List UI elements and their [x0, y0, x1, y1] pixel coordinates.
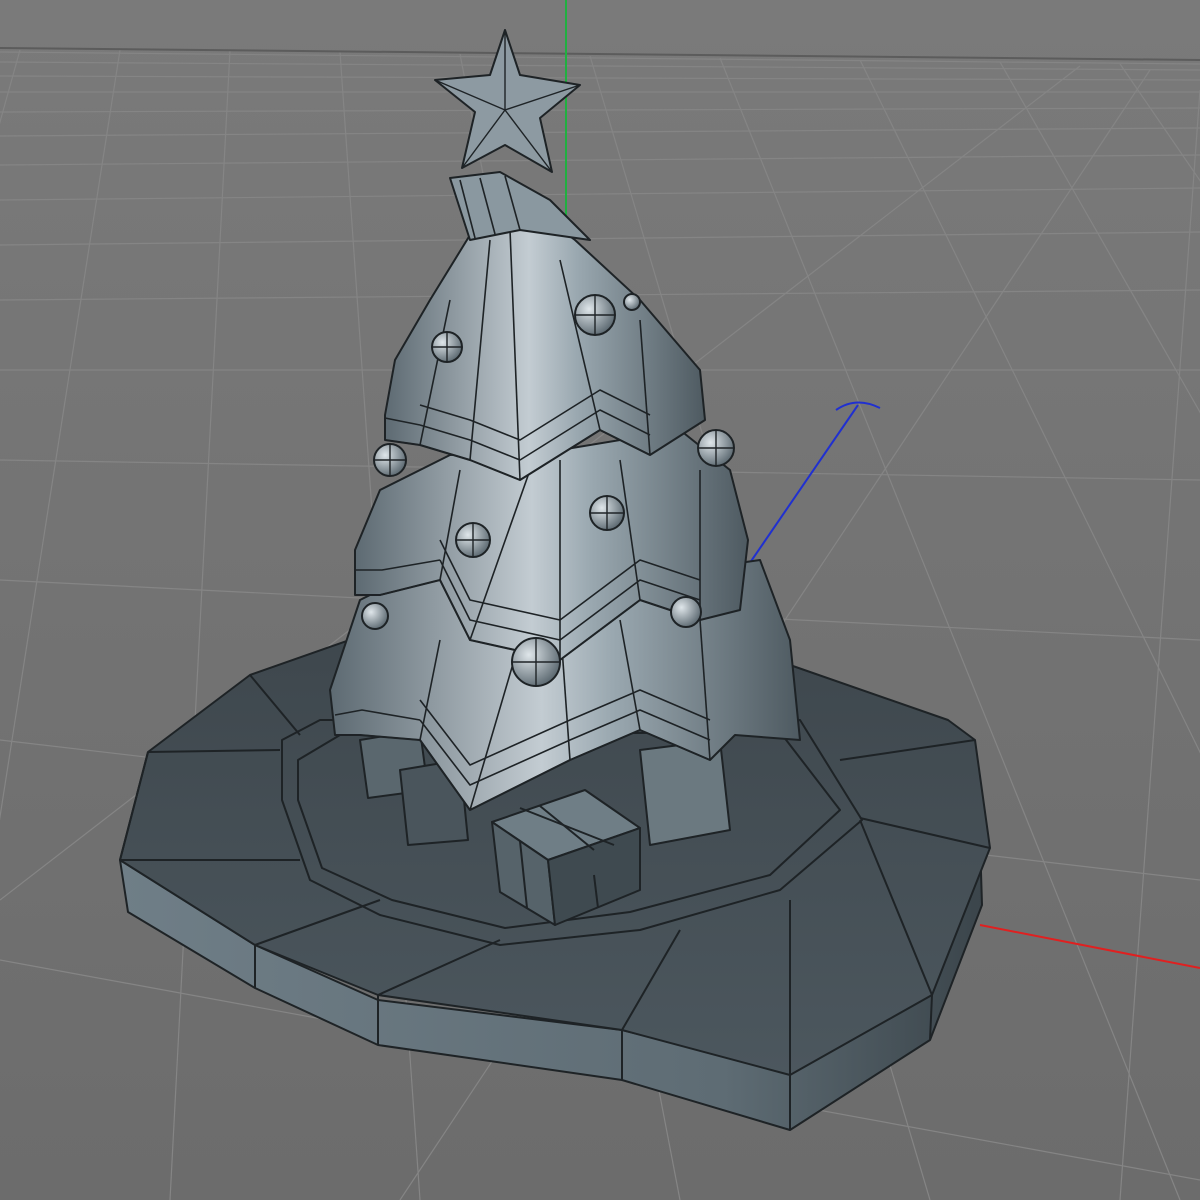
ornament[interactable]: [670, 596, 702, 628]
ornament[interactable]: [361, 602, 389, 630]
3d-viewport[interactable]: [0, 0, 1200, 1200]
ornament[interactable]: [623, 293, 641, 311]
